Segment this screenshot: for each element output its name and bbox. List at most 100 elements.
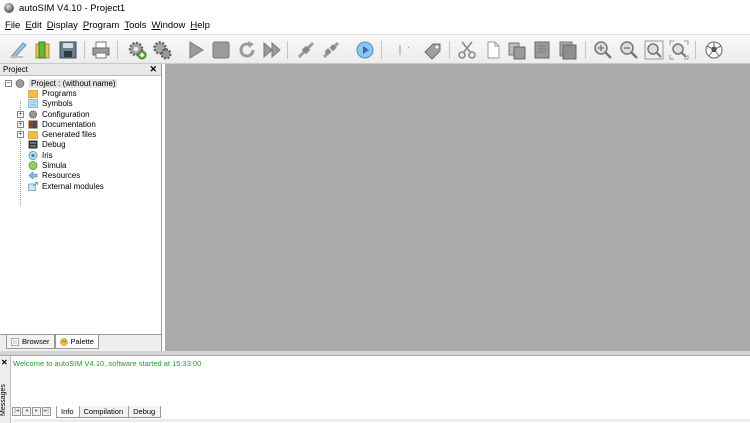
open-project-icon[interactable] bbox=[32, 39, 54, 61]
tree-item-label: Simula bbox=[42, 161, 67, 171]
duplicate-icon[interactable] bbox=[531, 39, 553, 61]
next-tab-icon[interactable]: ▸ bbox=[32, 407, 41, 416]
menu-bar: File Edit Display Program Tools Window H… bbox=[0, 16, 750, 34]
save-icon[interactable] bbox=[57, 39, 79, 61]
tree-item-generated-files[interactable]: + Generated files bbox=[0, 129, 161, 139]
project-panel-title: Project bbox=[3, 65, 28, 74]
cut-icon[interactable] bbox=[456, 39, 478, 61]
expand-icon[interactable]: + bbox=[17, 120, 24, 128]
menu-program[interactable]: Program bbox=[83, 20, 119, 31]
toolbar-separator bbox=[585, 41, 586, 59]
browser-icon bbox=[11, 337, 19, 346]
palette-icon bbox=[59, 337, 68, 346]
expand-icon[interactable]: + bbox=[17, 131, 24, 139]
expand-icon[interactable]: + bbox=[17, 110, 24, 118]
messages-side-strip: ✕ Messages bbox=[0, 356, 11, 423]
tree-item-symbols[interactable]: Symbols bbox=[0, 99, 161, 109]
tab-palette-label: Palette bbox=[70, 337, 94, 346]
window-title: autoSIM V4.10 - Project1 bbox=[19, 2, 126, 14]
tab-compilation[interactable]: Compilation bbox=[78, 405, 130, 418]
collapse-icon[interactable]: − bbox=[5, 79, 12, 87]
zoom-fit-icon[interactable] bbox=[643, 39, 665, 61]
mdi-workspace[interactable] bbox=[165, 64, 750, 351]
tree-item-label: Debug bbox=[42, 140, 66, 150]
menu-help[interactable]: Help bbox=[190, 20, 210, 31]
tree-item-label: Programs bbox=[42, 88, 77, 98]
zoom-out-icon[interactable] bbox=[618, 39, 640, 61]
tab-info[interactable]: Info bbox=[56, 405, 80, 418]
project-panel-header: Project ✕ bbox=[0, 64, 161, 76]
copy-icon[interactable] bbox=[481, 39, 503, 61]
message-line: Welcome to autoSIM V4.10..software start… bbox=[13, 359, 202, 368]
new-project-icon[interactable] bbox=[7, 39, 29, 61]
app-icon bbox=[4, 3, 14, 13]
resources-icon bbox=[28, 171, 38, 180]
messages-area[interactable]: Welcome to autoSIM V4.10..software start… bbox=[12, 356, 750, 406]
menu-file[interactable]: File bbox=[5, 20, 20, 31]
tree-item-resources[interactable]: Resources bbox=[0, 171, 161, 181]
disconnect-icon[interactable] bbox=[320, 39, 342, 61]
fast-forward-icon[interactable] bbox=[261, 39, 283, 61]
generated-files-icon bbox=[28, 131, 38, 139]
tag-icon[interactable] bbox=[422, 39, 444, 61]
tree-item-configuration[interactable]: + Configuration bbox=[0, 109, 161, 119]
tree-root-label: Project : (without name) bbox=[29, 78, 118, 88]
project-panel: Project ✕ − Project : (without name) Pro… bbox=[0, 64, 162, 351]
project-panel-tabs: Browser Palette bbox=[0, 334, 161, 351]
title-bar: autoSIM V4.10 - Project1 bbox=[0, 0, 750, 16]
tree-item-label: Iris bbox=[42, 150, 53, 160]
settings-gear-icon[interactable] bbox=[151, 39, 173, 61]
iris-icon bbox=[28, 150, 38, 160]
messages-panel-label: Messages bbox=[0, 384, 7, 416]
messages-panel: ✕ Messages Welcome to autoSIM V4.10..sof… bbox=[0, 355, 750, 423]
last-tab-icon[interactable]: ▸| bbox=[42, 407, 51, 416]
symbols-icon bbox=[28, 99, 38, 109]
restart-icon[interactable] bbox=[236, 39, 258, 61]
tree-item-documentation[interactable]: + Documentation bbox=[0, 119, 161, 129]
configuration-icon bbox=[28, 109, 38, 119]
first-tab-icon[interactable]: |◂ bbox=[12, 407, 21, 416]
delete-icon[interactable] bbox=[557, 39, 579, 61]
connect-icon[interactable] bbox=[295, 39, 317, 61]
prev-tab-icon[interactable]: ◂ bbox=[22, 407, 31, 416]
tree-item-simula[interactable]: Simula bbox=[0, 160, 161, 170]
stop-icon[interactable] bbox=[210, 39, 232, 61]
tree-item-iris[interactable]: Iris bbox=[0, 150, 161, 160]
close-icon[interactable]: ✕ bbox=[149, 64, 157, 75]
tab-browser-label: Browser bbox=[22, 337, 50, 346]
zoom-reset-icon[interactable] bbox=[668, 39, 690, 61]
programs-folder-icon bbox=[28, 90, 38, 98]
toolbar-separator bbox=[117, 41, 118, 59]
menu-edit[interactable]: Edit bbox=[25, 20, 41, 31]
toolbar bbox=[0, 34, 750, 64]
paste-icon[interactable] bbox=[506, 39, 528, 61]
tree-item-label: Generated files bbox=[42, 130, 97, 140]
tree-root[interactable]: − Project : (without name) bbox=[0, 78, 161, 88]
cursor-icon[interactable] bbox=[390, 39, 412, 61]
tree-item-label: Documentation bbox=[42, 119, 96, 129]
debug-icon bbox=[28, 140, 38, 149]
tree-item-debug[interactable]: Debug bbox=[0, 140, 161, 150]
menu-tools[interactable]: Tools bbox=[124, 20, 146, 31]
tree-item-label: Symbols bbox=[42, 99, 73, 109]
messages-tabs: |◂ ◂ ▸ ▸| Info Compilation Debug bbox=[12, 405, 162, 418]
toolbar-separator bbox=[381, 41, 382, 59]
tab-palette[interactable]: Palette bbox=[54, 335, 99, 349]
simula-icon bbox=[28, 161, 38, 170]
ball-icon[interactable] bbox=[703, 39, 725, 61]
step-icon[interactable] bbox=[354, 39, 376, 61]
tree-item-label: Resources bbox=[42, 171, 81, 181]
run-icon[interactable] bbox=[185, 39, 207, 61]
menu-display[interactable]: Display bbox=[47, 20, 78, 31]
tab-browser[interactable]: Browser bbox=[6, 335, 55, 349]
tree-item-programs[interactable]: Programs bbox=[0, 88, 161, 98]
tree-item-external-modules[interactable]: External modules bbox=[0, 181, 161, 191]
tree-item-label: External modules bbox=[42, 181, 104, 191]
zoom-in-icon[interactable] bbox=[592, 39, 614, 61]
project-icon bbox=[15, 78, 25, 88]
close-icon[interactable]: ✕ bbox=[1, 358, 8, 367]
tab-debug[interactable]: Debug bbox=[128, 405, 162, 418]
compile-gear-icon[interactable] bbox=[126, 39, 148, 61]
menu-window[interactable]: Window bbox=[152, 20, 186, 31]
print-icon[interactable] bbox=[90, 39, 112, 61]
